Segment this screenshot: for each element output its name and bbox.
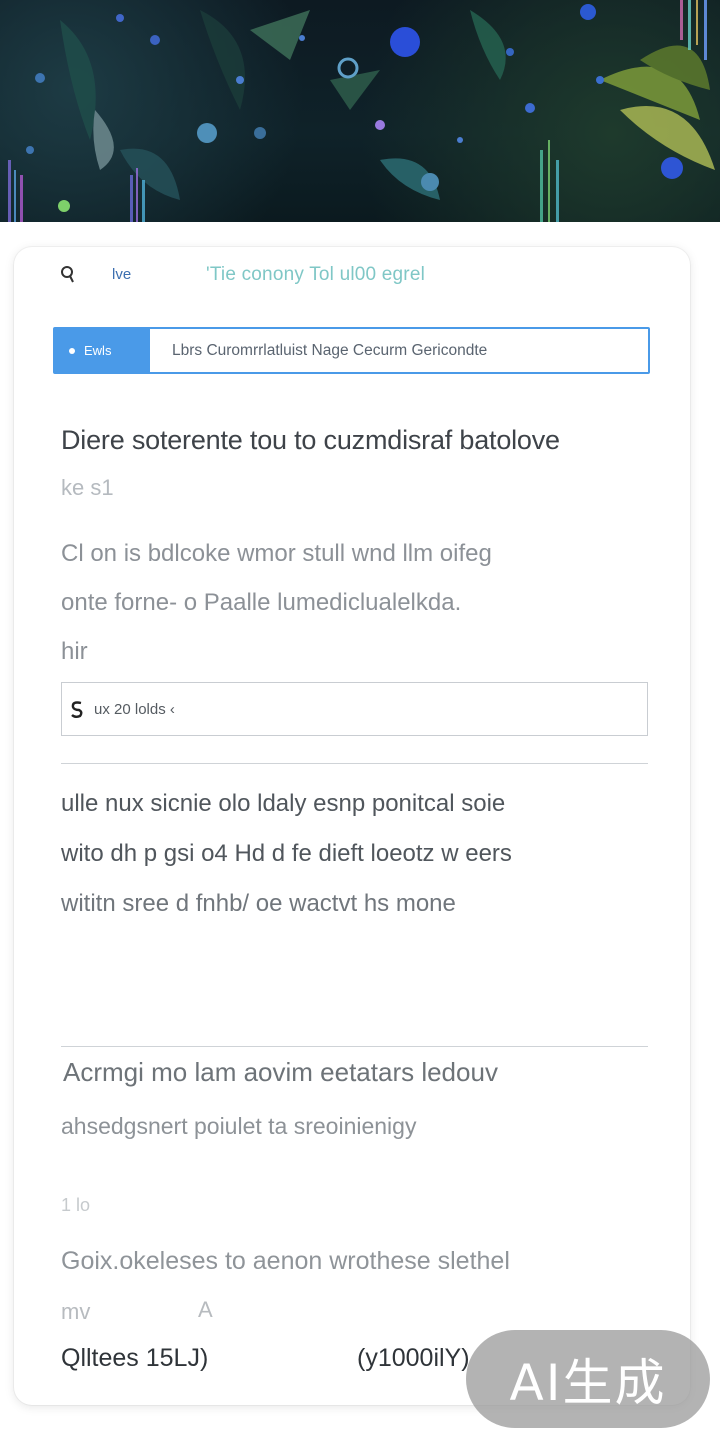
- text-line: ahsedgsnert poiulet ta sreoinienigy: [61, 1113, 417, 1139]
- tab-description-text: Lbrs Curomrrlatluist Nage Cecurm Gericon…: [172, 341, 488, 359]
- section-heading: Diere soterente tou to cuzmdisraf batolo…: [61, 425, 560, 455]
- text-line: Goix.okeleses to aenon wrothese slethel: [61, 1247, 510, 1275]
- section-subheading: ke s1: [61, 475, 114, 500]
- footer-value-left: Qlltees 15LJ): [61, 1344, 209, 1372]
- paragraph-line: wititn sree d fnhb/ oe wactvt hs mone: [61, 890, 456, 917]
- text-fragment: A: [198, 1297, 213, 1322]
- tab-bar: Ewls Lbrs Curomrrlatluist Nage Cecurm Ge…: [53, 327, 650, 374]
- content-card: lve 'Tie conony Tol ul00 egrel Ewls Lbrs…: [14, 247, 690, 1405]
- s-icon: [71, 701, 83, 718]
- tab-active[interactable]: Ewls: [55, 329, 150, 372]
- search-icon[interactable]: [60, 265, 76, 285]
- divider: [61, 1046, 648, 1047]
- paragraph-line: wito dh p gsi o4 Hd d fe dieft loeotz w …: [61, 840, 512, 867]
- paragraph-line: Cl on is bdlcoke wmor stull wnd llm oife…: [61, 540, 492, 567]
- tab-active-label: Ewls: [84, 343, 112, 358]
- intro-paragraph: Cl on is bdlcoke wmor stull wnd llm oife…: [61, 529, 651, 676]
- watermark-badge: AI生成: [466, 1330, 710, 1428]
- text-line: Acrmgi mo lam aovim eetatars ledouv: [63, 1057, 498, 1087]
- tab-description[interactable]: Lbrs Curomrrlatluist Nage Cecurm Gericon…: [150, 329, 648, 372]
- search-field[interactable]: ux 20 lolds ‹: [61, 682, 648, 736]
- hero-artwork: [8, 0, 715, 222]
- search-field-value: ux 20 lolds ‹: [94, 700, 175, 718]
- header-label[interactable]: lve: [112, 266, 131, 283]
- watermark-text: AI生成: [509, 1354, 667, 1412]
- paragraph-line: hir: [61, 638, 88, 665]
- body-paragraph: ulle nux sicnie olo ldaly esnp ponitcal …: [61, 779, 656, 929]
- dot-icon: [69, 347, 75, 354]
- card-header: lve 'Tie conony Tol ul00 egrel: [14, 247, 690, 307]
- page-title: 'Tie conony Tol ul00 egrel: [206, 264, 426, 285]
- paragraph-line: ulle nux sicnie olo ldaly esnp ponitcal …: [61, 790, 506, 817]
- paragraph-line: onte forne- o Paalle lumediclualelkda.: [61, 589, 462, 616]
- footer-value-right: (y1000ilY): [357, 1344, 470, 1372]
- text-fragment: mv: [61, 1299, 91, 1324]
- hero-banner-image: [0, 0, 720, 222]
- small-label: 1 lo: [61, 1195, 91, 1215]
- divider: [61, 763, 648, 764]
